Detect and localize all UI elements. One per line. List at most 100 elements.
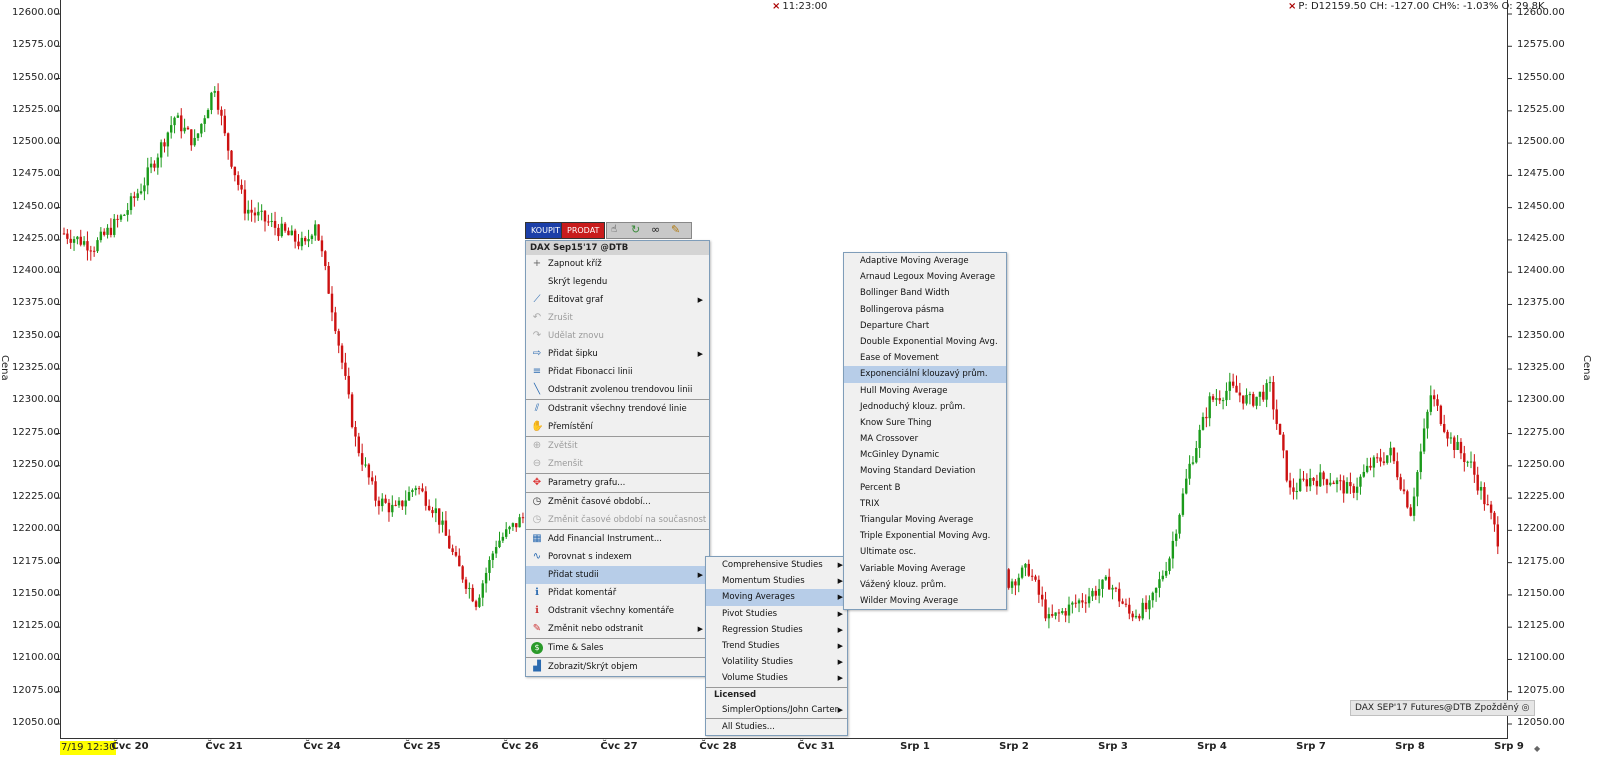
- context-menu-item[interactable]: Přidat studii ▶: [526, 566, 709, 584]
- candle-body: [441, 520, 444, 525]
- candle-body: [384, 498, 387, 503]
- moving-average-item[interactable]: Wilder Moving Average: [844, 593, 1006, 609]
- studies-menu-item[interactable]: Volume Studies ▶: [706, 670, 847, 686]
- pointer-icon[interactable]: ☝: [611, 224, 617, 235]
- candle-body: [153, 163, 156, 168]
- moving-average-item[interactable]: Percent B: [844, 480, 1006, 496]
- context-menu-item: ⊖ Zmenšit: [526, 455, 709, 473]
- candle-body: [1345, 482, 1349, 494]
- candle-body: [1074, 602, 1077, 604]
- context-menu-item[interactable]: ⫽ Odstranit všechny trendové linie: [526, 400, 709, 418]
- context-menu-item[interactable]: ▟ Zobrazit/Skrýt objem: [526, 658, 709, 676]
- moving-average-item[interactable]: Departure Chart: [844, 318, 1006, 334]
- licensed-menu-item[interactable]: SimplerOptions/John Carter ▶: [706, 702, 847, 718]
- moving-average-item[interactable]: Ease of Movement: [844, 350, 1006, 366]
- buy-button[interactable]: KOUPIT: [525, 222, 567, 239]
- context-menu-item[interactable]: ⟋ Editovat graf ▶: [526, 291, 709, 309]
- candle-body: [1111, 587, 1114, 590]
- candle-body: [407, 492, 411, 501]
- candle-body: [129, 196, 133, 211]
- context-menu-item[interactable]: ≡ Přidat Fibonacci linii: [526, 363, 709, 381]
- candle-body: [1161, 575, 1164, 580]
- moving-average-item[interactable]: TRIX: [844, 496, 1006, 512]
- studies-menu-item[interactable]: Momentum Studies ▶: [706, 573, 847, 589]
- moving-average-item[interactable]: Hull Moving Average: [844, 383, 1006, 399]
- y-tick-label: 12275.00: [12, 426, 60, 438]
- moving-average-item[interactable]: Exponenciální klouzavý prům.: [844, 366, 1006, 383]
- candle-body: [66, 233, 69, 239]
- candle-body: [247, 209, 250, 214]
- info-icon[interactable]: ◎: [1522, 703, 1530, 713]
- candle-body: [1409, 507, 1412, 516]
- context-menu-item[interactable]: ▦ Add Financial Instrument...: [526, 530, 709, 548]
- sell-button[interactable]: PRODAT: [561, 222, 606, 239]
- candle-body: [149, 163, 153, 168]
- candle-body: [1265, 383, 1268, 400]
- moving-average-item[interactable]: Jednoduchý klouz. prům.: [844, 399, 1006, 415]
- moving-average-item[interactable]: Vážený klouz. prům.: [844, 577, 1006, 593]
- moving-average-item[interactable]: Variable Moving Average: [844, 561, 1006, 577]
- moving-average-item[interactable]: Triple Exponential Moving Avg.: [844, 528, 1006, 544]
- all-studies-item[interactable]: All Studies...: [706, 719, 847, 735]
- candle-body: [1436, 399, 1439, 406]
- candle-body: [454, 552, 458, 556]
- candle-body: [414, 488, 417, 491]
- x-tick-label: Srp 7: [1296, 741, 1326, 752]
- context-menu-item[interactable]: ℹ Přidat komentář: [526, 584, 709, 602]
- candle-body: [253, 212, 257, 216]
- candle-body: [1024, 563, 1027, 568]
- x-tick-label: Srp 4: [1197, 741, 1227, 752]
- context-menu-item[interactable]: $ Time & Sales: [526, 639, 709, 657]
- context-menu-item[interactable]: ⇨ Přidat šipku ▶: [526, 345, 709, 363]
- moving-average-item[interactable]: Arnaud Legoux Moving Average: [844, 269, 1006, 285]
- candle-body: [1235, 385, 1238, 393]
- moving-average-item[interactable]: Adaptive Moving Average: [844, 253, 1006, 269]
- context-menu-title: DAX Sep15'17 @DTB: [526, 241, 709, 255]
- context-menu-item[interactable]: ✥ Parametry grafu...: [526, 474, 709, 492]
- moving-average-item[interactable]: Double Exponential Moving Avg.: [844, 334, 1006, 350]
- studies-menu-item[interactable]: Moving Averages ▶: [706, 589, 847, 606]
- context-menu-item[interactable]: ℹ Odstranit všechny komentáře: [526, 602, 709, 620]
- studies-menu-item-label: Pivot Studies: [722, 608, 778, 619]
- context-menu-item[interactable]: ◷ Změnit časové období...: [526, 493, 709, 511]
- moving-average-item[interactable]: Ultimate osc.: [844, 544, 1006, 560]
- close-icon[interactable]: ×: [1288, 1, 1296, 12]
- candle-body: [1131, 613, 1134, 618]
- studies-menu-item[interactable]: Trend Studies ▶: [706, 638, 847, 654]
- context-menu-item[interactable]: ✎ Změnit nebo odstranit ▶: [526, 620, 709, 638]
- studies-menu-item[interactable]: Pivot Studies ▶: [706, 606, 847, 622]
- studies-menu-item[interactable]: Regression Studies ▶: [706, 622, 847, 638]
- candle-body: [1392, 447, 1396, 462]
- moving-average-item[interactable]: MA Crossover: [844, 431, 1006, 447]
- y-tick-label: 12450.00: [12, 200, 60, 212]
- candle-body: [103, 231, 106, 235]
- y-tick-label: 12250.00: [1517, 458, 1565, 470]
- context-menu-item[interactable]: + Zapnout kříž: [526, 255, 709, 273]
- x-tick-label: Srp 8: [1395, 741, 1425, 752]
- context-menu-item[interactable]: ∿ Porovnat s indexem: [526, 548, 709, 566]
- candle-body: [233, 166, 237, 176]
- candle-body: [183, 127, 186, 132]
- moving-average-item[interactable]: McGinley Dynamic: [844, 447, 1006, 463]
- moving-average-item[interactable]: Triangular Moving Average: [844, 512, 1006, 528]
- moving-average-item[interactable]: Bollingerova pásma: [844, 302, 1006, 318]
- arrow-icon: ⇨: [532, 348, 542, 359]
- context-menu-item[interactable]: ╲ Odstranit zvolenou trendovou linii: [526, 381, 709, 399]
- brush-icon[interactable]: ✎: [671, 223, 680, 236]
- context-menu-item[interactable]: ✋ Přemístění: [526, 418, 709, 436]
- link-icon[interactable]: ∞: [651, 223, 660, 236]
- candle-body: [1302, 478, 1305, 480]
- moving-average-item[interactable]: Moving Standard Deviation: [844, 463, 1006, 479]
- y-tick-label: 12375.00: [12, 297, 60, 309]
- candle-body: [1108, 576, 1111, 590]
- chart-params-icon: ✥: [532, 477, 542, 488]
- close-icon[interactable]: ×: [772, 1, 780, 12]
- studies-menu-item[interactable]: Volatility Studies ▶: [706, 654, 847, 670]
- moving-average-item[interactable]: Know Sure Thing: [844, 415, 1006, 431]
- moving-average-item[interactable]: Bollinger Band Width: [844, 285, 1006, 301]
- candle-body: [1248, 394, 1252, 396]
- studies-menu-item[interactable]: Comprehensive Studies ▶: [706, 557, 847, 573]
- context-menu-item[interactable]: Skrýt legendu: [526, 273, 709, 291]
- crosshair-icon: +: [532, 258, 542, 269]
- refresh-icon[interactable]: ↻: [631, 223, 640, 236]
